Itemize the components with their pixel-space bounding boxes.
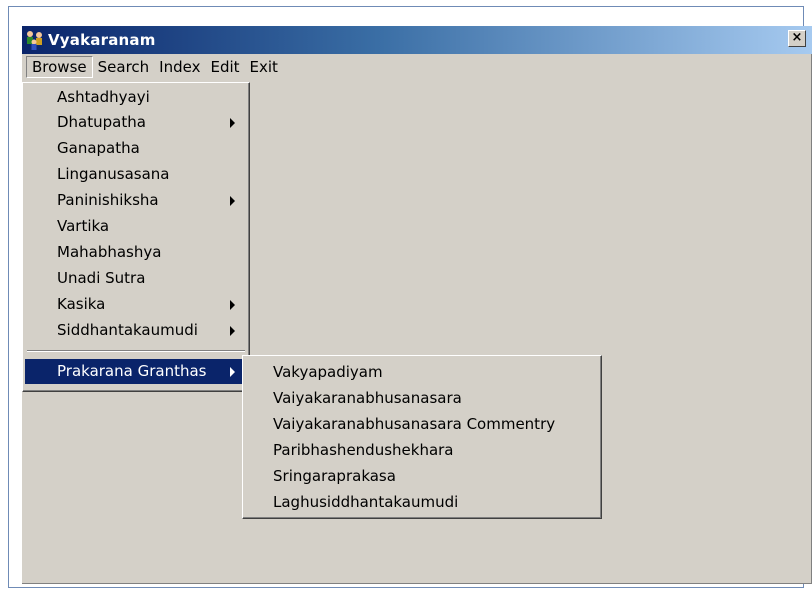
menu-edit[interactable]: Edit <box>205 56 244 78</box>
menu-separator <box>27 350 245 352</box>
menu-item-unadi-sutra[interactable]: Unadi Sutra <box>25 266 247 291</box>
close-button[interactable]: × <box>788 30 806 47</box>
submenu-item-label: Vakyapadiyam <box>273 363 383 381</box>
menu-item-label: Linganusasana <box>57 165 170 183</box>
menu-item-prakarana-granthas[interactable]: Prakarana Granthas <box>25 359 247 384</box>
submenu-arrow-icon <box>230 367 235 377</box>
menu-bar: Browse Search Index Edit Exit <box>22 54 812 80</box>
menu-item-label: Kasika <box>57 295 106 313</box>
menu-exit[interactable]: Exit <box>245 56 283 78</box>
menu-item-mahabhashya[interactable]: Mahabhashya <box>25 240 247 265</box>
submenu-item-paribhashendushekhara[interactable]: Paribhashendushekhara <box>245 438 599 463</box>
submenu-arrow-icon <box>230 326 235 336</box>
submenu-item-vaiyakaranabhusanasara-commentry[interactable]: Vaiyakaranabhusanasara Commentry <box>245 412 599 437</box>
menu-item-label: Ganapatha <box>57 139 140 157</box>
browse-dropdown-menu: Ashtadhyayi Dhatupatha Ganapatha Linganu… <box>22 82 250 392</box>
menu-item-label: Vartika <box>57 217 110 235</box>
submenu-item-label: Paribhashendushekhara <box>273 441 454 459</box>
menu-item-vartika[interactable]: Vartika <box>25 214 247 239</box>
submenu-item-label: Laghusiddhantakaumudi <box>273 493 459 511</box>
menu-item-label: Unadi Sutra <box>57 269 146 287</box>
menu-item-ashtadhyayi[interactable]: Ashtadhyayi <box>25 85 247 110</box>
menu-item-kasika[interactable]: Kasika <box>25 292 247 317</box>
submenu-item-laghusiddhantakaumudi[interactable]: Laghusiddhantakaumudi <box>245 490 599 515</box>
submenu-item-vaiyakaranabhusanasara[interactable]: Vaiyakaranabhusanasara <box>245 386 599 411</box>
menu-index[interactable]: Index <box>154 56 205 78</box>
submenu-item-vakyapadiyam[interactable]: Vakyapadiyam <box>245 360 599 385</box>
menu-item-label: Prakarana Granthas <box>57 362 207 380</box>
submenu-arrow-icon <box>230 196 235 206</box>
menu-item-label: Mahabhashya <box>57 243 162 261</box>
submenu-item-label: Vaiyakaranabhusanasara Commentry <box>273 415 556 433</box>
menu-item-label: Paninishiksha <box>57 191 159 209</box>
menu-search[interactable]: Search <box>93 56 155 78</box>
menu-browse[interactable]: Browse <box>26 56 93 78</box>
menu-item-label: Ashtadhyayi <box>57 88 150 106</box>
submenu-item-label: Sringaraprakasa <box>273 467 396 485</box>
app-people-icon <box>24 29 46 51</box>
menu-item-dhatupatha[interactable]: Dhatupatha <box>25 110 247 135</box>
window-title: Vyakaranam <box>48 31 156 49</box>
submenu-arrow-icon <box>230 300 235 310</box>
menu-item-label: Dhatupatha <box>57 113 146 131</box>
submenu-item-sringaraprakasa[interactable]: Sringaraprakasa <box>245 464 599 489</box>
menu-item-label: Siddhantakaumudi <box>57 321 198 339</box>
title-bar[interactable]: Vyakaranam × <box>22 26 812 54</box>
prakarana-granthas-submenu: Vakyapadiyam Vaiyakaranabhusanasara Vaiy… <box>242 355 602 519</box>
submenu-item-label: Vaiyakaranabhusanasara <box>273 389 462 407</box>
menu-item-siddhantakaumudi[interactable]: Siddhantakaumudi <box>25 318 247 343</box>
submenu-arrow-icon <box>230 118 235 128</box>
menu-item-ganapatha[interactable]: Ganapatha <box>25 136 247 161</box>
menu-item-linganusasana[interactable]: Linganusasana <box>25 162 247 187</box>
menu-item-paninishiksha[interactable]: Paninishiksha <box>25 188 247 213</box>
